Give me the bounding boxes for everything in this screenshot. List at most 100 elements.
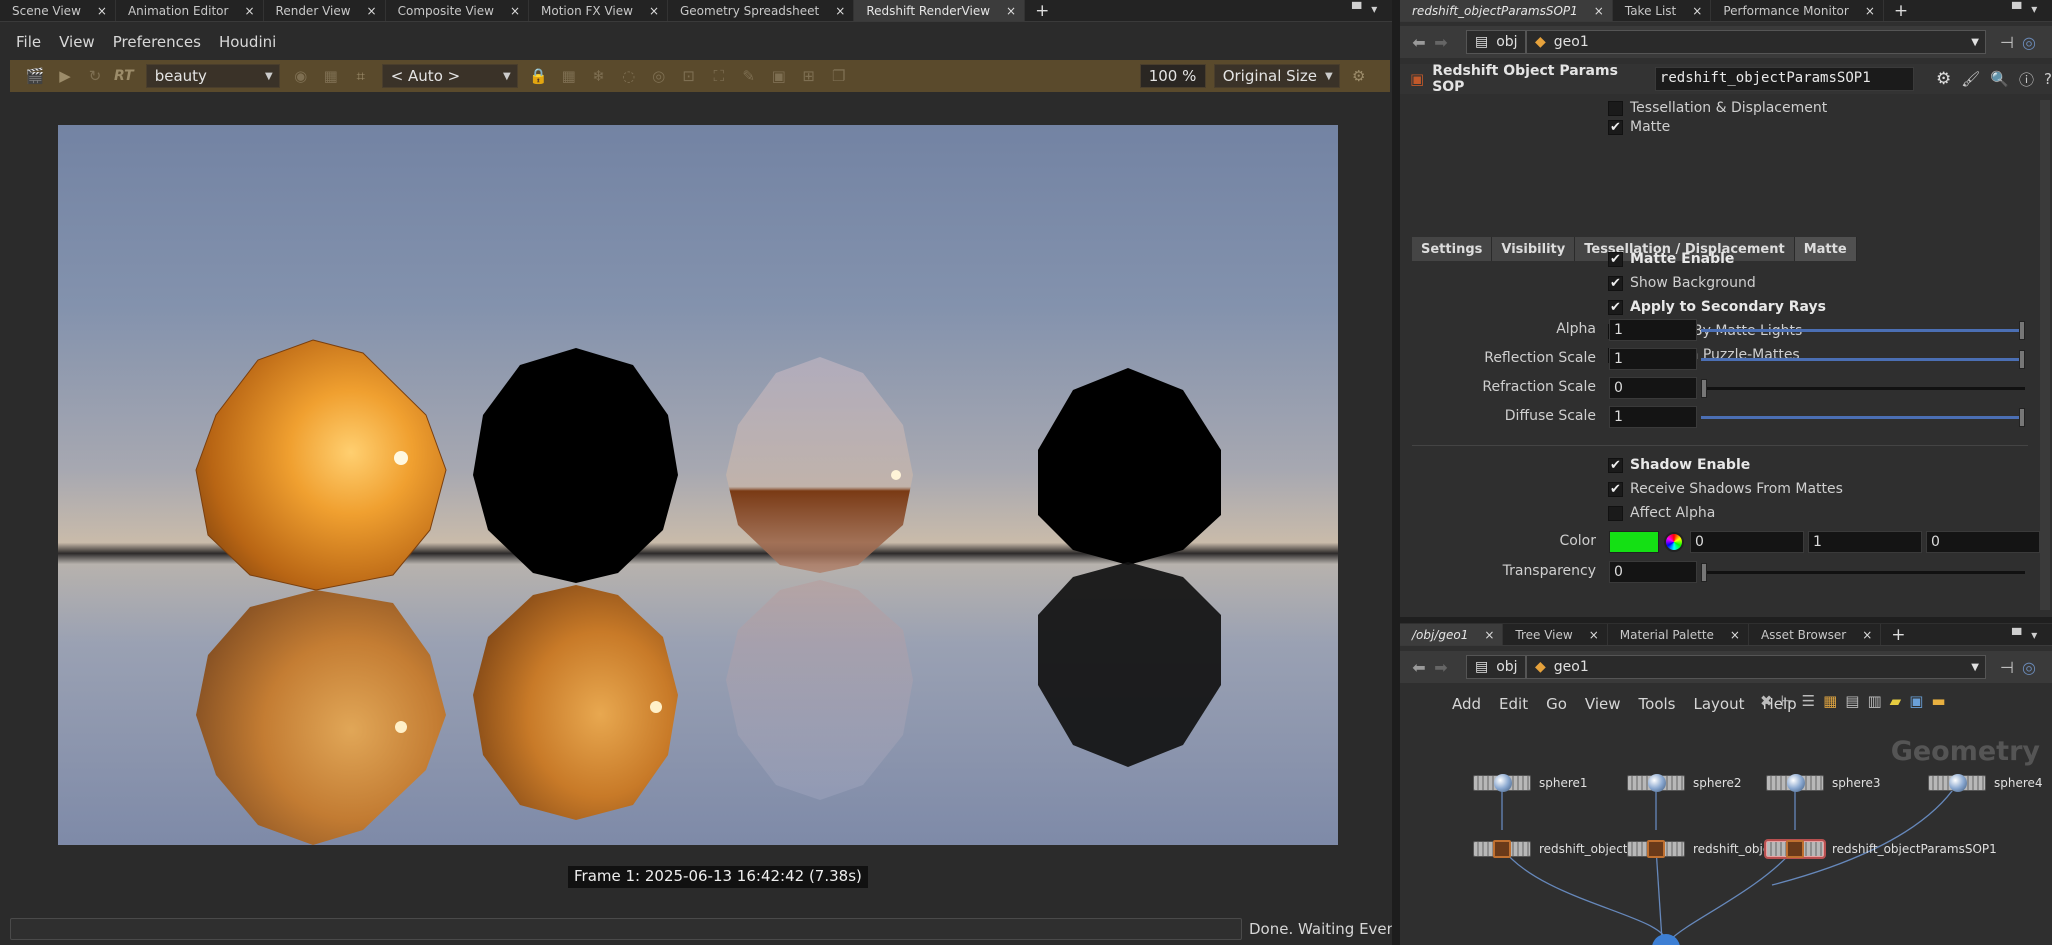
node-body[interactable] [1766, 774, 1824, 792]
forward-arrow-icon[interactable]: ➡ [1430, 33, 1452, 52]
image-icon[interactable]: ▣ [768, 65, 790, 87]
matte-toggle-checkbox[interactable]: ✔ [1608, 276, 1623, 291]
hda-icon[interactable]: ▬ [1931, 692, 1945, 710]
left-pane-tab[interactable]: Scene View × [0, 0, 116, 21]
path-node[interactable]: ◆ geo1 ▼ [1526, 30, 1986, 54]
network-menu-item[interactable]: View [1585, 695, 1621, 713]
slider-handle[interactable] [2019, 350, 2025, 369]
close-icon[interactable]: × [649, 4, 659, 18]
toggle-checkbox[interactable] [1608, 101, 1623, 116]
close-icon[interactable]: × [1862, 628, 1872, 642]
link-icon[interactable]: ◎ [2018, 33, 2040, 52]
shadow-toggle-checkbox[interactable]: ✔ [1608, 458, 1623, 473]
pin-icon[interactable]: ⊣ [1996, 33, 2018, 52]
info-icon[interactable]: ⓘ [2019, 69, 2034, 90]
left-pane-tab[interactable]: Motion FX View × [529, 0, 668, 21]
forward-arrow-icon[interactable]: ➡ [1430, 658, 1452, 677]
param-field[interactable]: 1 [1609, 319, 1697, 341]
refresh-icon[interactable]: ↻ [84, 65, 106, 87]
add-tab-icon[interactable]: + [1025, 0, 1059, 21]
param-field[interactable]: 1 [1609, 348, 1697, 370]
param-tab[interactable]: Settings [1412, 237, 1493, 261]
back-arrow-icon[interactable]: ⬅ [1408, 33, 1430, 52]
left-pane-tab[interactable]: Animation Editor × [116, 0, 264, 21]
search-icon[interactable]: 🔍 [1990, 70, 2009, 88]
transparency-slider[interactable] [1701, 563, 2025, 582]
pane-splitter[interactable] [1392, 0, 1400, 945]
color-palette-icon[interactable]: ▦ [1823, 692, 1837, 710]
pane-corner-controls[interactable]: ▀ ▾ [2012, 2, 2037, 16]
node-body[interactable] [1766, 840, 1824, 858]
pin-icon[interactable]: ⊣ [1996, 658, 2018, 677]
close-icon[interactable]: × [1865, 4, 1875, 18]
list-icon[interactable]: ☰ [1802, 692, 1815, 710]
close-icon[interactable]: × [1006, 4, 1016, 18]
close-icon[interactable]: × [1692, 4, 1702, 18]
menu-item[interactable]: View [59, 33, 95, 51]
gear-icon[interactable]: ⚙ [1348, 65, 1370, 87]
param-tab[interactable]: Visibility [1492, 237, 1576, 261]
add-tab-icon[interactable]: + [1881, 624, 1915, 645]
param-pane-tab[interactable]: redshift_objectParamsSOP1 × [1400, 0, 1613, 21]
param-pane-tab[interactable]: Take List × [1613, 0, 1712, 21]
snowflake-icon[interactable]: ❄ [588, 65, 610, 87]
pane-splitter-horizontal[interactable] [1400, 617, 2052, 623]
pane-corner-controls[interactable]: ▀ ▾ [2012, 628, 2037, 642]
param-field[interactable]: 0 [1609, 377, 1697, 399]
left-pane-tab[interactable]: Geometry Spreadsheet × [668, 0, 855, 21]
param-tab[interactable]: Matte [1794, 237, 1857, 261]
matte-toggle-checkbox[interactable]: ✔ [1608, 252, 1623, 267]
menu-item[interactable]: File [16, 33, 41, 51]
rgb-channel-icon[interactable]: ◉ [290, 65, 312, 87]
left-pane-tab[interactable]: Render View × [264, 0, 386, 21]
param-slider[interactable] [1701, 350, 2025, 369]
add-tab-icon[interactable]: + [1884, 0, 1918, 21]
network-pane-tab[interactable]: Tree View × [1503, 624, 1608, 645]
aov-select[interactable]: beauty ▼ [145, 64, 280, 88]
close-icon[interactable]: × [367, 4, 377, 18]
menu-item[interactable]: Houdini [219, 33, 276, 51]
node-body[interactable] [1473, 840, 1531, 858]
brush-icon[interactable]: ✎ [738, 65, 760, 87]
wrench-icon[interactable]: ✖ [1760, 692, 1773, 710]
slider-handle[interactable] [1701, 379, 1707, 398]
camera-select[interactable]: < Auto > ▼ [381, 64, 518, 88]
node-body[interactable] [1473, 774, 1531, 792]
param-field[interactable]: 1 [1609, 406, 1697, 428]
left-pane-tab[interactable]: Redshift RenderView × [854, 0, 1026, 21]
shadow-toggle-checkbox[interactable]: ✔ [1608, 482, 1623, 497]
left-pane-tab[interactable]: Composite View × [386, 0, 530, 21]
zoom-field[interactable]: 100 % [1139, 64, 1206, 88]
lasso-icon[interactable]: ◌ [618, 65, 640, 87]
paint-brush-icon[interactable]: 🖌 [1961, 70, 1980, 88]
pane-corner-controls[interactable]: ▀ ▾ [1352, 2, 1377, 16]
close-icon[interactable]: × [1730, 628, 1740, 642]
close-icon[interactable]: × [1594, 4, 1604, 18]
close-icon[interactable]: × [1589, 628, 1599, 642]
grid-view-icon[interactable]: ▤ [1845, 692, 1859, 710]
network-menu-item[interactable]: Go [1546, 695, 1567, 713]
color-wheel-icon[interactable] [1664, 532, 1684, 552]
image-icon[interactable]: ▣ [1909, 692, 1923, 710]
sop-node[interactable]: sphere3 [1766, 774, 1881, 792]
snapshot-add-icon[interactable]: ⊞ [798, 65, 820, 87]
link-icon[interactable]: ◎ [2018, 658, 2040, 677]
network-pane-tab[interactable]: /obj/geo1 × [1400, 624, 1504, 645]
sop-node[interactable]: redshift_objectParamsSOP1 [1766, 840, 1997, 858]
network-menu-item[interactable]: Layout [1693, 695, 1744, 713]
network-pane-tab[interactable]: Asset Browser × [1749, 624, 1882, 645]
grid-icon[interactable]: ▦ [320, 65, 342, 87]
transparency-field[interactable]: 0 [1609, 561, 1697, 583]
sop-node[interactable]: redshift_objectPa [1473, 840, 1642, 858]
pane-layout-icon[interactable]: ▀ [1352, 2, 1361, 16]
shadow-toggle-checkbox[interactable] [1608, 506, 1623, 521]
color-g-field[interactable]: 1 [1808, 531, 1922, 553]
matte-toggle-checkbox[interactable]: ✔ [1608, 300, 1623, 315]
fit-icon[interactable]: ⛶ [708, 65, 730, 87]
close-icon[interactable]: × [1484, 628, 1494, 642]
close-icon[interactable]: × [97, 4, 107, 18]
render-image[interactable] [58, 125, 1338, 845]
toggle-checkbox[interactable]: ✔ [1608, 119, 1623, 135]
pane-layout-icon[interactable]: ▀ [2012, 628, 2021, 642]
sticky-note-icon[interactable]: ▰ [1890, 692, 1902, 710]
